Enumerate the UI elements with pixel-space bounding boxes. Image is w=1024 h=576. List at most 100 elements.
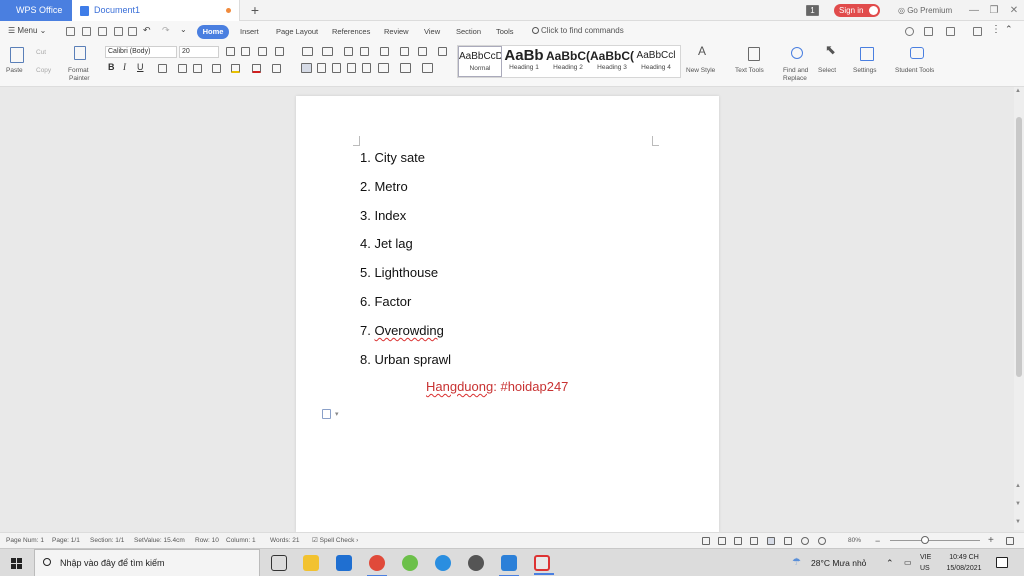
format-painter-icon[interactable] (74, 46, 86, 60)
undo-icon[interactable]: ↶ (143, 25, 151, 36)
align-left-icon[interactable] (301, 63, 312, 73)
cloud-icon[interactable] (924, 27, 933, 36)
find-replace-label-2[interactable]: Replace (783, 75, 807, 83)
font-name-select[interactable]: Calibri (Body) (105, 46, 177, 58)
comment-icon[interactable] (973, 27, 982, 36)
tab-insert[interactable]: Insert (240, 27, 259, 36)
style-normal[interactable]: AaBbCcDı Normal (458, 46, 502, 77)
tab-page-layout[interactable]: Page Layout (276, 27, 318, 36)
tab-review[interactable]: Review (384, 27, 409, 36)
tab-view[interactable]: View (424, 27, 440, 36)
eye-protection-icon[interactable] (818, 537, 826, 545)
clock[interactable]: 10:49 CH 15/08/2021 (940, 552, 988, 574)
tab-home[interactable]: Home (197, 25, 229, 39)
fullscreen-icon[interactable] (734, 537, 742, 545)
weather-icon[interactable]: ☂ (792, 549, 801, 576)
spell-check-button[interactable]: ☑ Spell Check › (312, 533, 358, 549)
new-style-icon[interactable]: A (698, 45, 706, 57)
font-color-red-icon[interactable] (252, 64, 261, 73)
style-heading-2[interactable]: AaBbC( Heading 2 (546, 46, 590, 77)
menu-button[interactable]: ☰ Menu ⌄ (8, 26, 46, 35)
go-premium-button[interactable]: ◎ Go Premium (898, 0, 952, 21)
page-nav-icon[interactable] (718, 537, 726, 545)
subscript-icon[interactable] (193, 64, 202, 73)
reading-mode-icon[interactable] (750, 537, 758, 545)
show-marks-icon[interactable] (418, 47, 427, 56)
vertical-scrollbar[interactable]: ▲ ▲ ▼ ▼ (1014, 87, 1024, 530)
outline-view-icon[interactable] (702, 537, 710, 545)
table-icon[interactable] (438, 47, 447, 56)
outline-mode-icon[interactable] (784, 537, 792, 545)
find-replace-label-1[interactable]: Find and (783, 67, 808, 75)
sign-in-button[interactable]: Sign in (834, 4, 880, 17)
find-replace-icon[interactable] (791, 47, 803, 59)
status-page-num[interactable]: Page Num: 1 (6, 533, 44, 549)
settings-gear-icon[interactable] (468, 555, 484, 571)
text-tools-icon[interactable] (748, 47, 760, 61)
mail-icon[interactable] (336, 555, 352, 571)
window-count-badge[interactable]: 1 (806, 5, 819, 16)
decrease-indent-icon[interactable] (344, 47, 353, 56)
collapse-ribbon-icon[interactable]: ⌃ (1005, 24, 1013, 35)
italic-button[interactable]: I (123, 62, 126, 72)
status-column[interactable]: Column: 1 (226, 533, 256, 549)
clear-format-icon[interactable] (258, 47, 267, 56)
style-heading-3[interactable]: AaBbC( Heading 3 (590, 46, 634, 77)
tab-references[interactable]: References (332, 27, 370, 36)
align-right-icon[interactable] (332, 63, 341, 73)
save-icon[interactable] (98, 27, 107, 36)
zalo-icon[interactable] (435, 555, 451, 571)
format-painter-label-2[interactable]: Painter (69, 75, 90, 83)
customize-qa-icon[interactable]: ⌄ (180, 25, 187, 34)
minimize-button[interactable]: — (964, 0, 984, 21)
document-tab[interactable]: Document1 (72, 0, 240, 21)
file-explorer-icon[interactable] (303, 555, 319, 571)
windows-start-icon[interactable] (11, 558, 22, 569)
share-icon[interactable] (905, 27, 914, 36)
settings-icon[interactable] (860, 47, 874, 61)
underline-button[interactable]: U (137, 62, 144, 72)
tab-tools[interactable]: Tools (496, 27, 514, 36)
font-size-select[interactable]: 20 (179, 46, 219, 58)
style-heading-1[interactable]: AaBb Heading 1 (502, 46, 546, 77)
highlight-icon[interactable] (231, 64, 240, 73)
redo-icon[interactable]: ↷ (162, 25, 170, 36)
font-color-icon[interactable] (158, 64, 167, 73)
print-icon[interactable] (114, 27, 123, 36)
student-tools-icon[interactable] (910, 47, 924, 59)
cut-button[interactable]: Cut (36, 49, 46, 57)
command-search[interactable]: Click to find commands (532, 26, 624, 35)
style-heading-4[interactable]: AaBbCcl Heading 4 (634, 46, 678, 77)
task-view-icon[interactable] (271, 555, 287, 571)
coccoc-icon[interactable] (402, 555, 418, 571)
new-tab-button[interactable]: + (248, 2, 262, 18)
wps-office-tab[interactable]: WPS Office (0, 0, 72, 21)
history-icon[interactable] (946, 27, 955, 36)
tray-chevron-icon[interactable]: ⌃ (886, 549, 894, 576)
chrome-icon[interactable] (367, 555, 387, 576)
increase-indent-icon[interactable] (360, 47, 369, 56)
text-direction-icon[interactable] (380, 47, 389, 56)
paste-options-icon[interactable] (322, 409, 331, 419)
print-layout-icon[interactable] (767, 537, 775, 545)
shrink-font-icon[interactable] (241, 47, 250, 56)
zoom-out-button[interactable]: − (875, 533, 880, 549)
notification-icon[interactable] (996, 557, 1008, 568)
zoom-slider[interactable] (890, 540, 980, 541)
status-row[interactable]: Row: 10 (195, 533, 219, 549)
web-layout-icon[interactable] (801, 537, 809, 545)
open-icon[interactable] (82, 27, 91, 36)
status-words[interactable]: Words: 21 (270, 533, 300, 549)
phonetic-icon[interactable] (275, 47, 284, 56)
superscript-icon[interactable] (178, 64, 187, 73)
borders-icon[interactable] (422, 63, 433, 73)
tab-section[interactable]: Section (456, 27, 481, 36)
align-center-icon[interactable] (317, 63, 326, 73)
sort-icon[interactable] (400, 47, 409, 56)
wps-writer-taskbar-icon[interactable] (534, 555, 554, 575)
justify-icon[interactable] (347, 63, 356, 73)
fit-page-icon[interactable] (1006, 537, 1014, 545)
student-tools-button[interactable]: Student Tools (895, 67, 934, 75)
scroll-up-page-icon[interactable]: ▲ (1015, 483, 1021, 489)
more-icon[interactable]: ⋮ (991, 24, 1001, 35)
